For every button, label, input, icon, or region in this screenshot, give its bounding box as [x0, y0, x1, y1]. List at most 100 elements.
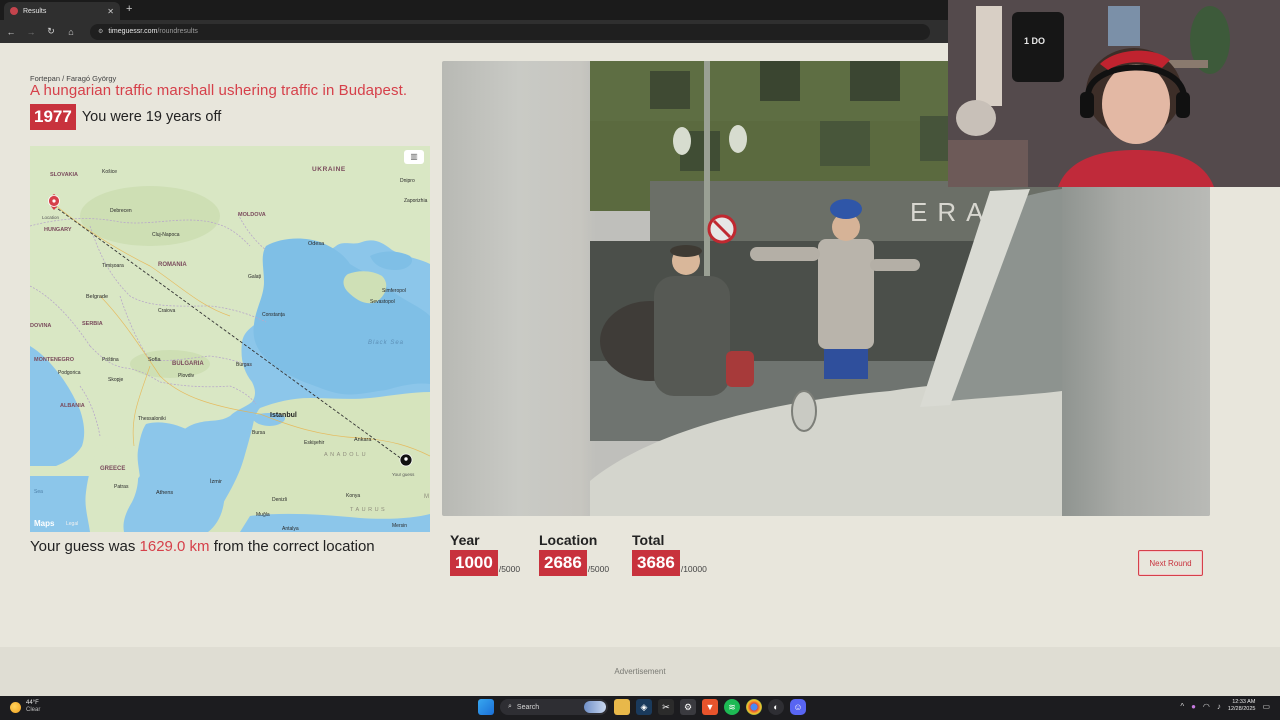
url-path: /roundresults	[157, 28, 198, 35]
new-tab-button[interactable]: +	[126, 3, 132, 15]
site-info-icon[interactable]: ⚙	[98, 28, 103, 35]
map-label: Bursa	[252, 430, 265, 436]
map-label: Muğla	[256, 512, 270, 518]
correct-year-badge: 1977	[30, 104, 76, 130]
map-label: ROMANIA	[158, 262, 187, 268]
map-label: Košice	[102, 169, 117, 175]
guess-pin-icon	[399, 453, 413, 467]
map-label: Eskişehir	[304, 440, 325, 446]
steam-icon[interactable]: ◈	[636, 699, 652, 715]
map-label: Konya	[346, 493, 360, 499]
weather-sun-icon	[10, 701, 21, 713]
taskbar-search[interactable]: ⌕ Search	[500, 699, 608, 715]
apple-maps-logo: Maps	[34, 519, 55, 528]
map-label: Simferopol	[382, 288, 406, 294]
door-frame	[976, 6, 1002, 106]
map-label: Sevastopol	[370, 299, 395, 305]
map-label: Constanța	[262, 312, 285, 318]
map-label: BULGARIA	[172, 361, 204, 367]
webcam-feed: 1 DO	[948, 0, 1280, 187]
map-label: Galați	[248, 274, 261, 280]
map-label: ANADOLU	[324, 452, 368, 458]
map-label: Craiova	[158, 308, 175, 314]
map-label: Dnipro	[400, 178, 415, 184]
map-label: Burgas	[236, 362, 252, 368]
webcam-overlay: 1 DO	[948, 0, 1280, 187]
distance-value: 1629.0 km	[139, 538, 210, 555]
shelf-items	[948, 140, 1028, 187]
microphone-icon[interactable]: ●	[1191, 702, 1196, 711]
headset-ear	[1080, 92, 1094, 118]
map-label: İzmir	[210, 478, 222, 485]
year-score-label: Year	[450, 532, 480, 548]
obs-icon[interactable]: ◐	[768, 699, 784, 715]
map-label: Denizli	[272, 497, 287, 503]
marshall-uniform	[818, 239, 874, 349]
map-label: Antalya	[282, 526, 299, 532]
volume-icon[interactable]: ♪	[1217, 702, 1221, 711]
result-map[interactable]: UKRAINE SLOVAKIA Košice Dnipro Zaporizhi…	[30, 146, 430, 532]
map-label: Location	[42, 215, 60, 220]
weather-condition: Clear	[26, 707, 41, 713]
home-icon[interactable]: ⌂	[66, 27, 76, 37]
wifi-icon[interactable]: ◠	[1203, 702, 1210, 711]
map-label: Your guess	[392, 472, 415, 477]
map-label: Timișoara	[102, 263, 124, 269]
taskbar-apps: ⌕ Search ◈ ✂ ⚙ ▼ ≋ ◐ ☺	[478, 699, 806, 715]
map-label: TAURUS	[350, 507, 387, 513]
reload-icon[interactable]: ↻	[46, 26, 56, 37]
browser-tab[interactable]: Results ✕	[4, 2, 120, 20]
poster	[1108, 6, 1140, 46]
chevron-up-icon[interactable]: ^	[1180, 702, 1184, 711]
location-score-value: 2686	[539, 550, 587, 576]
notifications-icon[interactable]: ▭	[1262, 702, 1270, 711]
total-score-value: 3686	[632, 550, 680, 576]
map-label: Zaporizhia	[404, 198, 428, 204]
map-label: Athens	[156, 490, 173, 496]
map-label: Black Sea	[368, 340, 404, 346]
next-round-button[interactable]: Next Round	[1138, 550, 1203, 576]
carpathians	[80, 186, 220, 246]
map-label: SLOVAKIA	[50, 172, 78, 178]
svg-text:1 DO: 1 DO	[1024, 36, 1045, 46]
site-favicon-icon	[10, 7, 18, 15]
map-legal-link[interactable]: Legal	[66, 521, 78, 527]
years-off-text: You were 19 years off	[81, 109, 222, 125]
map-label: Debrecen	[110, 208, 132, 214]
back-icon[interactable]: ←	[6, 27, 16, 37]
map-label: Plovdiv	[178, 373, 195, 379]
total-score-max: /10000	[680, 564, 707, 574]
discord-icon[interactable]: ☺	[790, 699, 806, 715]
map-label: MOLDOVA	[238, 212, 266, 218]
capcut-icon[interactable]: ✂	[658, 699, 674, 715]
forward-icon[interactable]: →	[26, 27, 36, 37]
map-label: UKRAINE	[312, 166, 346, 173]
spotify-icon[interactable]: ≋	[724, 699, 740, 715]
map-label: DOVINA	[30, 323, 51, 329]
map-label: Patras	[114, 484, 129, 490]
year-score-max: /5000	[498, 564, 521, 574]
map-layers-icon[interactable]: ▥	[404, 150, 424, 164]
location-score-label: Location	[539, 532, 598, 548]
url-host: timeguessr.com	[108, 28, 158, 35]
system-clock[interactable]: 12:33 AM 12/28/2025	[1228, 699, 1256, 713]
year-score-value: 1000	[450, 550, 498, 576]
map-label: Sofia	[148, 357, 161, 363]
url-input[interactable]: ⚙ timeguessr.com/roundresults	[90, 23, 930, 40]
close-tab-icon[interactable]: ✕	[107, 7, 114, 16]
settings-gear-icon[interactable]: ⚙	[680, 699, 696, 715]
brave-browser-icon[interactable]: ▼	[702, 699, 718, 715]
system-tray: ^ ● ◠ ♪ 12:33 AM 12/28/2025 ▭	[1180, 699, 1270, 713]
window	[850, 61, 900, 101]
advertisement-band: Advertisement	[0, 647, 1280, 696]
map-label: SERBIA	[82, 321, 103, 327]
chrome-icon[interactable]	[746, 699, 762, 715]
search-highlight-art	[584, 701, 606, 713]
windows-start-icon[interactable]	[478, 699, 494, 715]
weather-temp: 44°F	[26, 700, 39, 706]
file-explorer-icon[interactable]	[614, 699, 630, 715]
tab-title: Results	[23, 7, 47, 15]
total-score: Total 3686 /10000	[632, 532, 707, 576]
marshall-skirt	[824, 349, 868, 379]
weather-widget[interactable]: 44°F Clear	[10, 700, 40, 714]
